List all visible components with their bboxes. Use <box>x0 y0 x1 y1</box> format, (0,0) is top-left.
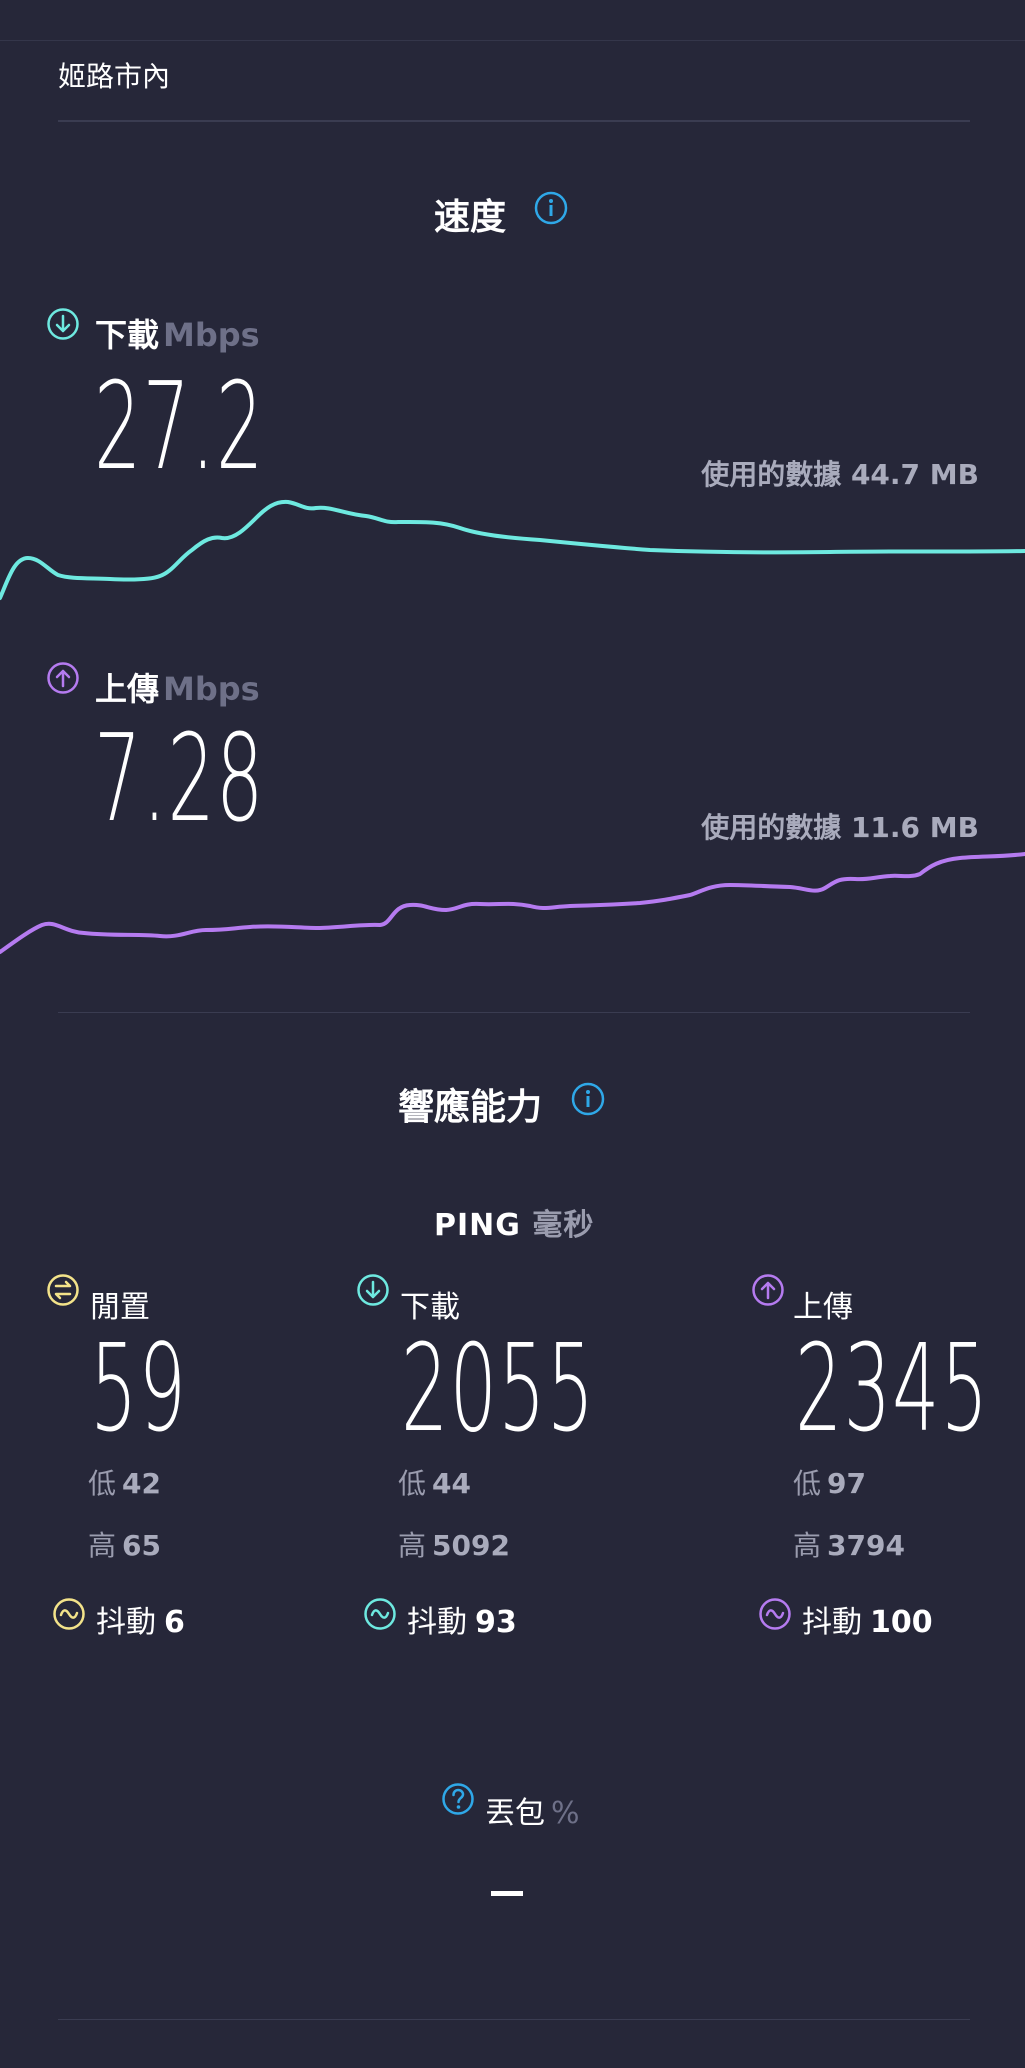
wave-circle-icon <box>364 1598 396 1630</box>
upload-high-value: 3794 <box>827 1529 905 1562</box>
ping-title: PING 毫秒 <box>434 1200 594 1244</box>
idle-low-value: 42 <box>122 1467 161 1500</box>
download-jitter-label: 抖動 <box>407 1605 467 1640</box>
ping-unit: 毫秒 <box>532 1208 595 1243</box>
upload-speed-label: 上傳 Mbps <box>95 664 260 710</box>
idle-high: 高 65 <box>88 1524 161 1564</box>
download-speed-graph <box>0 499 1025 600</box>
arrow-down-circle-icon <box>357 1274 389 1306</box>
packet-loss-unit: % <box>551 1796 580 1831</box>
top-divider <box>0 40 1025 41</box>
download-label-text: 下載 <box>95 316 160 354</box>
idle-jitter-value: 6 <box>164 1605 185 1640</box>
download-low-label: 低 <box>398 1467 427 1500</box>
upload-jitter-value: 100 <box>870 1605 933 1640</box>
download-low: 低 44 <box>398 1462 471 1502</box>
packet-loss-text: 丟包 <box>485 1796 545 1831</box>
idle-low-label: 低 <box>88 1467 117 1500</box>
divider <box>58 1012 970 1013</box>
speed-title: 速度 <box>434 197 507 238</box>
idle-circle-icon <box>47 1274 79 1306</box>
idle-jitter: 抖動 6 <box>96 1597 185 1641</box>
download-speed-line <box>0 499 1025 600</box>
packet-loss-value <box>491 1891 523 1896</box>
upload-low-value: 97 <box>827 1467 866 1500</box>
responsiveness-info-icon[interactable] <box>571 1082 605 1116</box>
wave-circle-icon <box>759 1598 791 1630</box>
upload-speed-line <box>0 852 1025 954</box>
question-circle-icon[interactable] <box>441 1782 475 1816</box>
download-high-label: 高 <box>398 1529 427 1562</box>
speed-info-icon[interactable] <box>534 191 568 225</box>
download-high-value: 5092 <box>432 1529 510 1562</box>
download-speed-value: 27.2 <box>94 358 265 497</box>
upload-low: 低 97 <box>793 1462 866 1502</box>
location-label: 姬路市內 <box>58 60 171 93</box>
download-ping-value: 2055 <box>401 1320 596 1459</box>
ping-label: PING <box>434 1208 521 1243</box>
idle-high-label: 高 <box>88 1529 117 1562</box>
upload-speed-graph <box>0 852 1025 954</box>
responsiveness-title: 響應能力 <box>398 1087 543 1128</box>
download-speed-label: 下載 Mbps <box>95 310 260 356</box>
download-unit: Mbps <box>163 316 260 354</box>
divider <box>58 2019 970 2020</box>
upload-label-text: 上傳 <box>95 670 160 708</box>
arrow-up-circle-icon <box>47 662 79 694</box>
divider <box>58 120 970 122</box>
upload-unit: Mbps <box>163 670 260 708</box>
idle-high-value: 65 <box>122 1529 161 1562</box>
arrow-up-circle-icon <box>752 1274 784 1306</box>
upload-high-label: 高 <box>793 1529 822 1562</box>
upload-jitter: 抖動 100 <box>802 1597 933 1641</box>
idle-low: 低 42 <box>88 1462 161 1502</box>
idle-jitter-label: 抖動 <box>96 1605 156 1640</box>
arrow-down-circle-icon <box>47 308 79 340</box>
upload-speed-value: 7.28 <box>94 710 265 849</box>
wave-circle-icon <box>53 1598 85 1630</box>
upload-jitter-label: 抖動 <box>802 1605 862 1640</box>
download-jitter: 抖動 93 <box>407 1597 517 1641</box>
upload-high: 高 3794 <box>793 1524 905 1564</box>
idle-ping-value: 59 <box>90 1320 188 1459</box>
download-low-value: 44 <box>432 1467 471 1500</box>
upload-low-label: 低 <box>793 1467 822 1500</box>
packet-loss-label: 丟包% <box>485 1788 580 1832</box>
upload-ping-value: 2345 <box>795 1320 990 1459</box>
download-jitter-value: 93 <box>475 1605 517 1640</box>
download-high: 高 5092 <box>398 1524 510 1564</box>
